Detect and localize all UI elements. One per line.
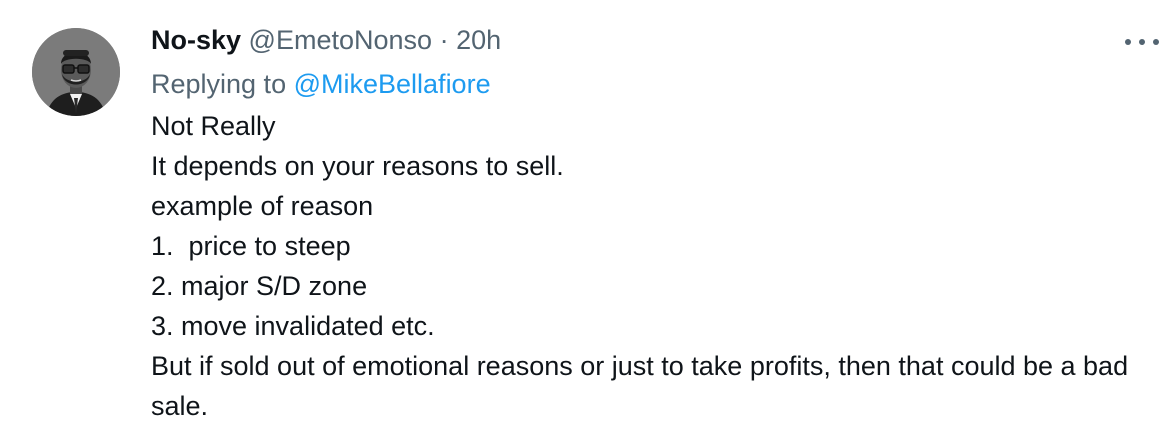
avatar[interactable] [32, 28, 120, 116]
tweet[interactable]: No-sky @EmetoNonso · 20h Replying to @Mi… [0, 0, 1173, 433]
more-dot [1125, 39, 1131, 45]
tweet-text-line: example of reason [151, 191, 374, 221]
tweet-text: Not Really It depends on your reasons to… [151, 106, 1161, 426]
reply-prefix: Replying to [151, 69, 287, 99]
tweet-timestamp[interactable]: 20h [456, 25, 501, 55]
separator-dot: · [439, 25, 449, 55]
author-handle[interactable]: @EmetoNonso [249, 25, 433, 55]
avatar-illustration [32, 28, 120, 116]
tweet-text-line: 2. major S/D zone [151, 271, 368, 301]
tweet-text-line: But if sold out of emotional reasons or … [151, 351, 1129, 421]
author-name[interactable]: No-sky [151, 25, 241, 55]
tweet-header: No-sky @EmetoNonso · 20h [151, 22, 1161, 60]
more-horizontal-icon[interactable] [1125, 32, 1159, 52]
tweet-text-line: It depends on your reasons to sell. [151, 151, 564, 181]
tweet-text-line: 3. move invalidated etc. [151, 311, 435, 341]
reply-context: Replying to @MikeBellafiore [151, 66, 1161, 102]
reply-mention-link[interactable]: @MikeBellafiore [294, 69, 491, 99]
more-dot [1153, 39, 1159, 45]
more-dot [1139, 39, 1145, 45]
tweet-text-line: 1. price to steep [151, 231, 351, 261]
tweet-content: No-sky @EmetoNonso · 20h Replying to @Mi… [151, 22, 1161, 426]
tweet-text-line: Not Really [151, 111, 276, 141]
